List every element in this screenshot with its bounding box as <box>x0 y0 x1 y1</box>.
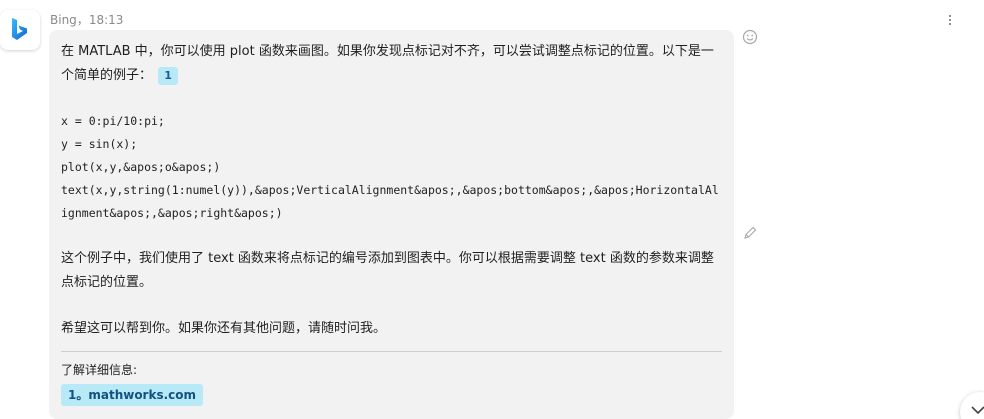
message-bubble: 在 MATLAB 中，你可以使用 plot 函数来画图。如果你发现点标记对不齐，… <box>49 30 734 419</box>
code-line: x = 0:pi/10:pi; <box>61 114 165 128</box>
chevron-down-icon <box>971 406 984 415</box>
message-time: 18:13 <box>88 13 124 27</box>
bing-logo-icon <box>12 18 27 40</box>
smiley-icon[interactable] <box>742 29 758 49</box>
message-meta: Bing，18:13 <box>50 11 123 28</box>
code-block: x = 0:pi/10:pi; y = sin(x); plot(x,y,&ap… <box>61 110 722 225</box>
pencil-icon[interactable] <box>742 225 758 245</box>
intro-paragraph: 在 MATLAB 中，你可以使用 plot 函数来画图。如果你发现点标记对不齐，… <box>61 40 722 88</box>
learn-more-label: 了解详细信息: <box>61 363 138 377</box>
source-link[interactable]: 1。mathworks.com <box>61 384 204 406</box>
divider <box>61 351 722 352</box>
code-line: y = sin(x); <box>61 137 138 151</box>
meta-separator: ， <box>76 13 89 27</box>
code-line: plot(x,y,&apos;o&apos;) <box>61 160 221 174</box>
scroll-down-button[interactable] <box>960 392 984 419</box>
closing-paragraph: 希望这可以帮到你。如果你还有其他问题，请随时问我。 <box>61 321 387 336</box>
sender-name: Bing <box>50 13 77 27</box>
avatar <box>0 10 40 50</box>
source-list: 1。mathworks.com <box>61 379 722 406</box>
citation-badge[interactable]: 1 <box>158 66 179 85</box>
code-line: text(x,y,string(1:numel(y)),&apos;Vertic… <box>61 183 719 220</box>
explanation-paragraph: 这个例子中，我们使用了 text 函数来将点标记的编号添加到图表中。你可以根据需… <box>61 251 714 290</box>
more-vertical-icon[interactable] <box>946 14 954 26</box>
